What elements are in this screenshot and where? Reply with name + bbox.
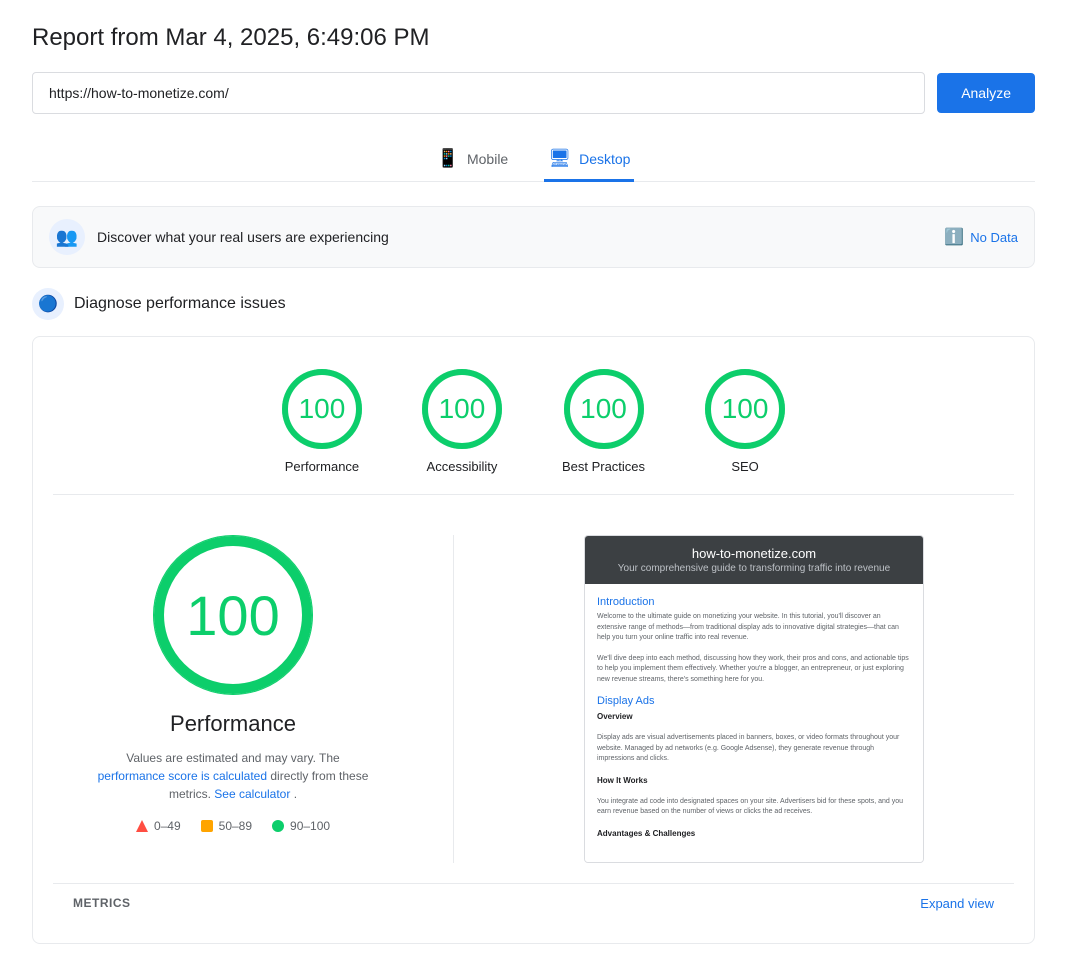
metrics-label: METRICS <box>73 896 131 910</box>
score-seo: 100 SEO <box>705 369 785 474</box>
url-bar: Analyze <box>32 72 1035 114</box>
average-icon <box>201 820 213 832</box>
scores-card: 100 Performance 100 Accessibility <box>32 336 1035 944</box>
fail-range: 0–49 <box>154 819 181 833</box>
calculator-link[interactable]: See calculator <box>214 787 293 801</box>
diagnose-section-header: 🔵 Diagnose performance issues <box>32 288 1035 320</box>
how-it-works-text: You integrate ad code into designated sp… <box>597 797 911 818</box>
intro-para-2: We'll dive deep into each method, discus… <box>597 654 911 686</box>
good-range: 90–100 <box>290 819 330 833</box>
legend-good: 90–100 <box>272 819 330 833</box>
big-performance-circle: 100 <box>153 535 313 695</box>
overview-text: Display ads are visual advertisements pl… <box>597 733 911 765</box>
score-accessibility: 100 Accessibility <box>422 369 502 474</box>
desktop-icon: 🖥 <box>548 148 571 169</box>
info-circle-icon: ℹ️ <box>944 227 964 247</box>
tab-mobile-label: Mobile <box>467 151 508 167</box>
detail-desc-text: Values are estimated and may vary. The <box>126 751 339 765</box>
url-input[interactable] <box>32 72 925 114</box>
score-performance: 100 Performance <box>282 369 362 474</box>
expand-view-button[interactable]: Expand view <box>920 896 994 911</box>
detail-performance-label: Performance <box>170 711 296 737</box>
performance-circle: 100 <box>282 369 362 449</box>
detail-section: 100 Performance Values are estimated and… <box>53 515 1014 883</box>
diagnose-title: Diagnose performance issues <box>74 295 286 313</box>
detail-description: Values are estimated and may vary. The p… <box>93 749 373 803</box>
screenshot-site-name: how-to-monetize.com <box>599 546 909 561</box>
score-best-practices: 100 Best Practices <box>562 369 645 474</box>
real-users-left: 👥 Discover what your real users are expe… <box>49 219 389 255</box>
accessibility-circle: 100 <box>422 369 502 449</box>
average-range: 50–89 <box>219 819 252 833</box>
tab-mobile[interactable]: 📱 Mobile <box>433 138 513 182</box>
metrics-bar: METRICS Expand view <box>53 883 1014 923</box>
diagnose-icon: 🔵 <box>32 288 64 320</box>
real-users-text: Discover what your real users are experi… <box>97 229 389 245</box>
real-users-bar: 👥 Discover what your real users are expe… <box>32 206 1035 268</box>
fail-icon <box>136 820 148 832</box>
intro-title: Introduction <box>597 596 911 608</box>
page-container: Report from Mar 4, 2025, 6:49:06 PM Anal… <box>0 0 1067 968</box>
performance-score-link[interactable]: performance score is calculated <box>98 769 271 783</box>
challenges-heading: Advantages & Challenges <box>597 828 911 840</box>
real-users-icon: 👥 <box>49 219 85 255</box>
screenshot-body: Introduction Welcome to the ultimate gui… <box>585 584 923 862</box>
analyze-button[interactable]: Analyze <box>937 73 1035 113</box>
tab-desktop[interactable]: 🖥 Desktop <box>544 138 634 182</box>
view-tabs: 📱 Mobile 🖥 Desktop <box>32 138 1035 182</box>
display-ads-title: Display Ads <box>597 695 911 707</box>
scores-divider <box>53 494 1014 495</box>
accessibility-label: Accessibility <box>427 459 498 474</box>
vertical-divider <box>453 535 454 863</box>
legend-average: 50–89 <box>201 819 252 833</box>
seo-circle: 100 <box>705 369 785 449</box>
overview-heading: Overview <box>597 711 911 723</box>
screenshot-card: how-to-monetize.com Your comprehensive g… <box>584 535 924 863</box>
mobile-icon: 📱 <box>437 148 459 169</box>
intro-para-1: Welcome to the ultimate guide on monetiz… <box>597 612 911 644</box>
best-practices-circle: 100 <box>564 369 644 449</box>
seo-label: SEO <box>731 459 758 474</box>
no-data-label: No Data <box>970 230 1018 245</box>
scores-row: 100 Performance 100 Accessibility <box>53 369 1014 474</box>
tab-desktop-label: Desktop <box>579 151 630 167</box>
good-icon <box>272 820 284 832</box>
performance-label: Performance <box>285 459 359 474</box>
legend-fail: 0–49 <box>136 819 181 833</box>
best-practices-label: Best Practices <box>562 459 645 474</box>
legend: 0–49 50–89 90–100 <box>136 819 330 833</box>
detail-left: 100 Performance Values are estimated and… <box>73 535 393 833</box>
screenshot-tagline: Your comprehensive guide to transforming… <box>599 563 909 574</box>
report-title: Report from Mar 4, 2025, 6:49:06 PM <box>32 24 1035 52</box>
no-data-area: ℹ️ No Data <box>944 227 1018 247</box>
detail-right: how-to-monetize.com Your comprehensive g… <box>514 535 994 863</box>
how-it-works-heading: How It Works <box>597 775 911 787</box>
screenshot-header: how-to-monetize.com Your comprehensive g… <box>585 536 923 584</box>
